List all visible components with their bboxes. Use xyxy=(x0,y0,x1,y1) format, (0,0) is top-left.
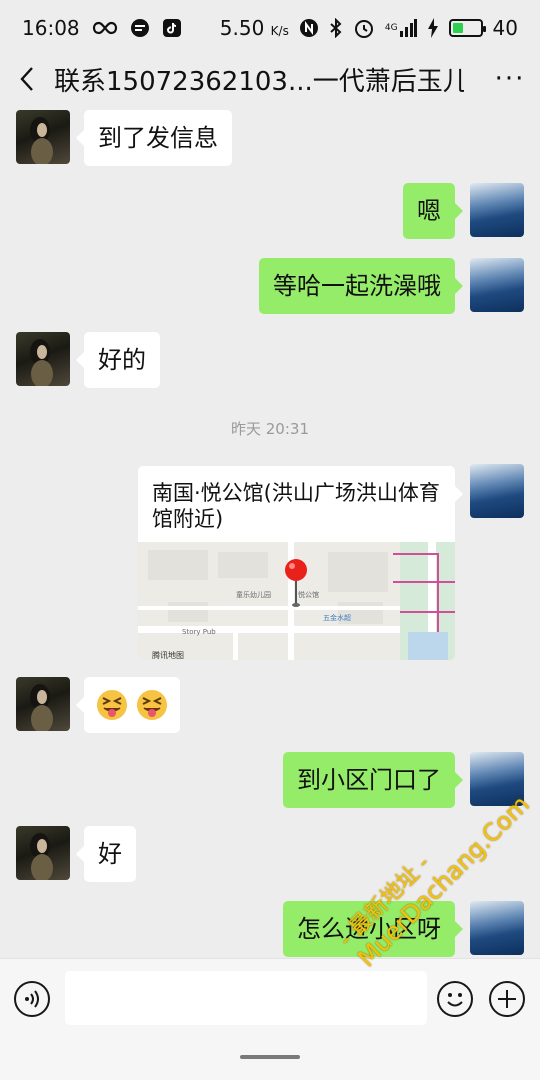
map-label-shop: 五金水超 xyxy=(323,613,351,622)
chat-header: 联系15072362103...一代萧后玉儿 ··· xyxy=(0,56,540,102)
message-bubble-received[interactable]: 好 xyxy=(76,826,136,882)
location-name: 南国·悦公馆(洪山广场洪山体育馆附近) xyxy=(152,481,440,531)
contact-avatar[interactable] xyxy=(16,677,70,731)
back-button[interactable] xyxy=(0,56,54,102)
chat-title: 联系15072362103...一代萧后玉儿 xyxy=(54,66,464,97)
map-provider-label: 腾讯地图 xyxy=(152,650,184,660)
smiley-icon xyxy=(447,993,463,1007)
my-avatar[interactable] xyxy=(470,901,524,955)
message-input-bar xyxy=(0,958,540,1040)
status-bar: 16:08 5.50 K/s 4G 40 xyxy=(0,0,540,56)
voice-icon xyxy=(25,990,39,1008)
infinity-icon xyxy=(92,21,118,35)
my-avatar[interactable] xyxy=(470,464,524,518)
location-bubble-tail xyxy=(455,486,463,502)
message-list[interactable]: 到了发信息 嗯 等哈一起洗澡哦 好的 昨天 20:31 南国·悦公馆(洪山广场洪… xyxy=(0,102,540,958)
message-bubble-sent[interactable]: 嗯 xyxy=(403,183,463,239)
message-text-input[interactable] xyxy=(65,971,427,1025)
contact-avatar[interactable] xyxy=(16,826,70,880)
emoji-button[interactable] xyxy=(437,981,473,1017)
contact-avatar[interactable] xyxy=(16,110,70,164)
message-bubble-received[interactable]: 到了发信息 xyxy=(76,110,232,166)
tiktok-icon xyxy=(162,18,182,38)
more-functions-button[interactable] xyxy=(489,981,525,1017)
map-label-pub: Story Pub xyxy=(182,628,216,636)
message-bubble-sent[interactable]: 到小区门口了 xyxy=(283,752,463,808)
gesture-bar xyxy=(0,1040,540,1080)
message-bubble-sent[interactable]: 等哈一起洗澡哦 xyxy=(259,258,463,314)
map-label-school: 童乐幼儿园 xyxy=(236,590,271,599)
more-options-button[interactable]: ··· xyxy=(480,56,540,102)
battery-level: 40 xyxy=(492,16,518,40)
my-avatar[interactable] xyxy=(470,183,524,237)
location-message-card[interactable]: 南国·悦公馆(洪山广场洪山体育馆附近) 童乐幼儿园 悦公馆 Story Pub … xyxy=(138,466,455,660)
charging-icon xyxy=(427,18,439,38)
location-map-thumbnail: 童乐幼儿园 悦公馆 Story Pub 五金水超 腾讯地图 xyxy=(138,542,455,660)
bluetooth-icon xyxy=(329,18,343,38)
contact-avatar[interactable] xyxy=(16,332,70,386)
squinting-tongue-emoji-icon xyxy=(97,690,127,720)
net-speed: 5.50 K/s xyxy=(219,16,289,40)
alarm-icon xyxy=(353,17,375,39)
message-bubble-sent[interactable]: 怎么进小区呀 xyxy=(283,901,463,957)
squinting-tongue-emoji-icon xyxy=(136,690,167,720)
voice-input-button[interactable] xyxy=(14,981,50,1017)
chevron-left-icon xyxy=(20,67,33,91)
status-time: 16:08 xyxy=(22,16,80,40)
message-bubble-received[interactable] xyxy=(76,677,180,733)
nfc-icon xyxy=(299,18,319,38)
chat-app-icon xyxy=(130,18,150,38)
map-label-poi: 悦公馆 xyxy=(298,590,319,599)
battery-icon xyxy=(448,19,486,37)
signal-icon: 4G xyxy=(385,19,417,37)
home-indicator[interactable] xyxy=(240,1055,300,1059)
message-timestamp: 昨天 20:31 xyxy=(231,420,309,438)
net-speed-unit: K/s xyxy=(270,24,289,38)
my-avatar[interactable] xyxy=(470,752,524,806)
my-avatar[interactable] xyxy=(470,258,524,312)
message-bubble-received[interactable]: 好的 xyxy=(76,332,160,388)
plus-icon xyxy=(498,990,516,1008)
